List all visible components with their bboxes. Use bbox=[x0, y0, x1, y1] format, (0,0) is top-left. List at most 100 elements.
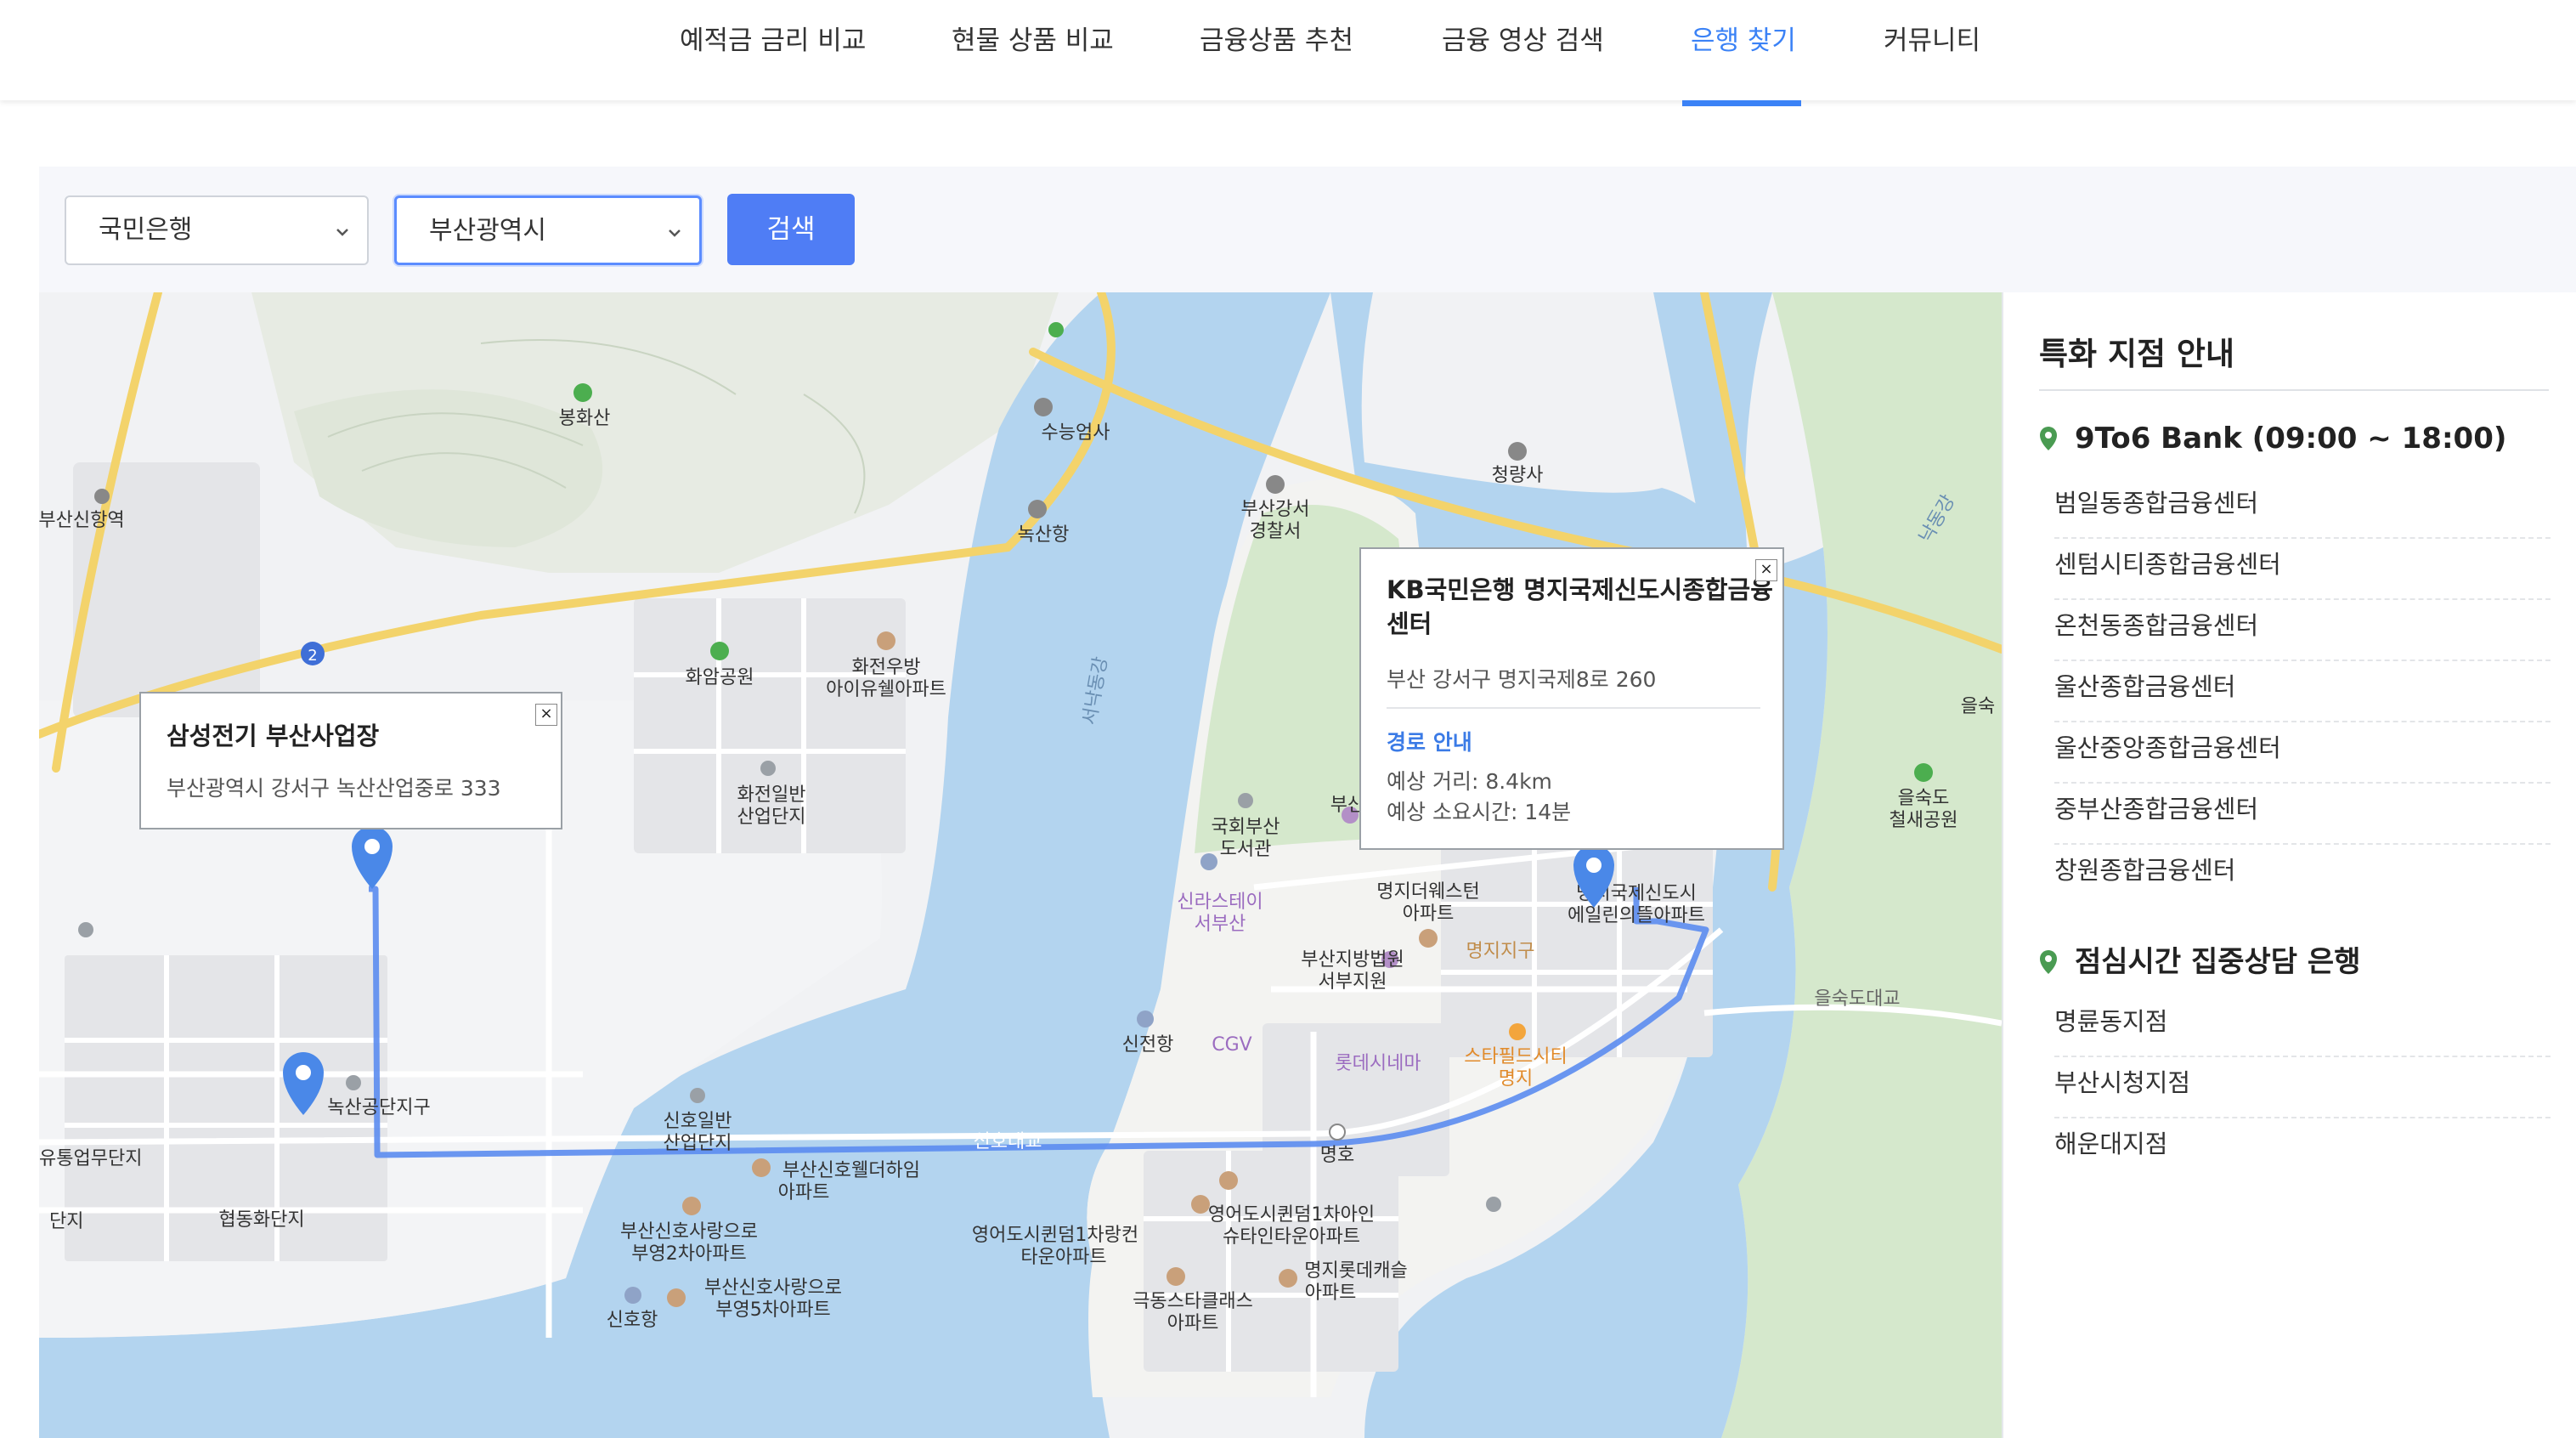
map-label: 스타필드시티 bbox=[1464, 1046, 1567, 1067]
chevron-down-icon bbox=[669, 229, 681, 237]
map-label: 부영5차아파트 bbox=[715, 1299, 830, 1321]
map-label: 을숙도대교 bbox=[1814, 988, 1900, 1010]
origin-info-popup: 삼성전기 부산사업장 부산광역시 강서구 녹산산업중로 333 × bbox=[139, 692, 562, 829]
map-label: 명지더웨스턴 bbox=[1376, 881, 1479, 903]
region-select-value: 부산광역시 bbox=[429, 216, 546, 246]
branch-item[interactable]: 창원종합금융센터 bbox=[2054, 846, 2551, 906]
nav-video-search[interactable]: 금융 영상 검색 bbox=[1442, 19, 1604, 57]
section-9to6-label: 9To6 Bank (09:00 ~ 18:00) bbox=[2075, 422, 2507, 456]
map-label: 유통업무단지 bbox=[39, 1148, 142, 1169]
map-label: 명지 bbox=[1499, 1068, 1533, 1090]
map-label: 부산신호웰더하임 bbox=[782, 1160, 920, 1181]
map-label: 롯데시네마 bbox=[1335, 1053, 1421, 1074]
sidebar-title: 특화 지점 안내 bbox=[2039, 336, 2235, 372]
destination-address: 부산 강서구 명지국제8로 260 bbox=[1387, 667, 1657, 692]
map-label: 부산신호사랑으로 bbox=[620, 1221, 758, 1243]
nav-product-recommend[interactable]: 금융상품 추천 bbox=[1200, 19, 1353, 57]
map-label: 산업단지 bbox=[737, 807, 806, 828]
map-label: 영어도시퀸덤1차랑컨 bbox=[972, 1225, 1138, 1246]
map-label: 극동스타클래스 bbox=[1133, 1291, 1253, 1312]
map-label: 신호대교 bbox=[974, 1131, 1042, 1152]
branch-item[interactable]: 범일동종합금융센터 bbox=[2054, 479, 2551, 539]
section-9to6-heading: 9To6 Bank (09:00 ~ 18:00) bbox=[2039, 422, 2506, 456]
route-distance: 예상 거리: 8.4km bbox=[1387, 769, 1552, 794]
bank-select-value: 국민은행 bbox=[99, 215, 193, 245]
popup-divider bbox=[1387, 707, 1760, 709]
map-label: 녹산공단지구 bbox=[327, 1097, 430, 1118]
map-label: 신호일반 bbox=[664, 1111, 732, 1132]
branch-item[interactable]: 명륜동지점 bbox=[2054, 998, 2551, 1057]
map-canvas: 봉화산 부산신항역 수능엄사 녹산항 부산강서 경찰서 청량사 화암공원 화전우… bbox=[39, 292, 2002, 1438]
nav-find-bank[interactable]: 은행 찾기 bbox=[1691, 19, 1796, 57]
close-icon[interactable]: × bbox=[535, 704, 557, 726]
region-select[interactable]: 부산광역시 bbox=[394, 195, 702, 265]
branch-item[interactable]: 울산종합금융센터 bbox=[2054, 663, 2551, 722]
origin-address: 부산광역시 강서구 녹산산업중로 333 bbox=[167, 776, 501, 801]
map-label: 신전항 bbox=[1122, 1034, 1174, 1056]
map-label: 슈타인타운아파트 bbox=[1223, 1226, 1360, 1248]
nav-commodity-compare[interactable]: 현물 상품 비교 bbox=[952, 19, 1114, 57]
branch-item[interactable]: 해운대지점 bbox=[2054, 1120, 2551, 1180]
map-label: 신호항 bbox=[607, 1310, 658, 1331]
map-label: 수능엄사 bbox=[1042, 422, 1110, 444]
map-label: 을숙도 bbox=[1898, 788, 1950, 809]
top-navigation: 예적금 금리 비교 현물 상품 비교 금융상품 추천 금융 영상 검색 은행 찾… bbox=[0, 0, 2576, 106]
map-label: 부산지방법원 bbox=[1301, 949, 1404, 971]
search-button[interactable]: 검색 bbox=[727, 194, 855, 265]
map-label: 화전우방 bbox=[852, 657, 921, 678]
map-label: 산업단지 bbox=[664, 1133, 732, 1154]
map-label: CGV bbox=[1212, 1034, 1251, 1056]
map-label: 아파트 bbox=[1167, 1313, 1219, 1334]
section-lunch-label: 점심시간 집중상담 은행 bbox=[2075, 945, 2361, 979]
branch-item[interactable]: 센텀시티종합금융센터 bbox=[2054, 541, 2551, 600]
map-label: 부영2차아파트 bbox=[631, 1243, 746, 1265]
map-label: 을숙 bbox=[1961, 696, 1995, 717]
map-view[interactable]: 봉화산 부산신항역 수능엄사 녹산항 부산강서 경찰서 청량사 화암공원 화전우… bbox=[39, 292, 2002, 1438]
map-label: 아파트 bbox=[1305, 1282, 1357, 1304]
map-label: 부산강서 bbox=[1241, 499, 1310, 520]
map-label: 국회부산 bbox=[1212, 817, 1280, 838]
map-label: 에일린의뜰아파트 bbox=[1568, 905, 1705, 926]
map-label: 타운아파트 bbox=[1020, 1247, 1106, 1268]
nav-deposit-rate-compare[interactable]: 예적금 금리 비교 bbox=[680, 19, 866, 57]
map-label: 화전일반 bbox=[737, 784, 806, 806]
route-duration: 예상 소요시간: 14분 bbox=[1387, 800, 1572, 824]
map-label: 단지 bbox=[49, 1211, 83, 1232]
map-label: 서부산 bbox=[1195, 914, 1246, 935]
map-label: 명지롯데캐슬 bbox=[1304, 1260, 1407, 1282]
route-guide-link[interactable]: 경로 안내 bbox=[1387, 726, 1472, 756]
active-tab-indicator bbox=[1682, 100, 1801, 106]
specialized-branch-sidebar: 특화 지점 안내 9To6 Bank (09:00 ~ 18:00) 범일동종합… bbox=[2002, 292, 2576, 1438]
map-label: 철새공원 bbox=[1890, 810, 1958, 831]
bank-select[interactable]: 국민은행 bbox=[65, 195, 369, 265]
map-label: 부산신호사랑으로 bbox=[704, 1277, 842, 1299]
branch-item[interactable]: 온천동종합금융센터 bbox=[2054, 602, 2551, 661]
map-label: 아파트 bbox=[778, 1182, 830, 1203]
map-label: 청량사 bbox=[1492, 465, 1544, 486]
destination-title-line2: 센터 bbox=[1387, 609, 1432, 638]
location-pin-icon bbox=[2040, 950, 2057, 974]
map-label: 영어도시퀸덤1차아인 bbox=[1208, 1204, 1375, 1226]
map-label: 녹산항 bbox=[1018, 524, 1070, 546]
map-label: 봉화산 bbox=[559, 408, 611, 429]
map-label: 아이유쉘아파트 bbox=[826, 679, 946, 700]
map-label: 화암공원 bbox=[686, 667, 754, 688]
branch-item[interactable]: 울산중앙종합금융센터 bbox=[2054, 724, 2551, 784]
map-label: 아파트 bbox=[1403, 903, 1455, 925]
destination-info-popup: KB국민은행 명지국제신도시종합금융 센터 부산 강서구 명지국제8로 260 … bbox=[1359, 547, 1784, 850]
map-label: 협동화단지 bbox=[218, 1209, 304, 1231]
section-lunch-heading: 점심시간 집중상담 은행 bbox=[2039, 938, 2360, 980]
destination-title-line1: KB국민은행 명지국제신도시종합금융 bbox=[1387, 575, 1773, 604]
map-label: 2 bbox=[308, 647, 317, 665]
map-label: 명지지구 bbox=[1466, 941, 1535, 962]
origin-title: 삼성전기 부산사업장 bbox=[167, 722, 380, 750]
map-label: 경찰서 bbox=[1250, 521, 1302, 542]
nav-community[interactable]: 커뮤니티 bbox=[1884, 19, 1980, 57]
map-label: 명호 bbox=[1320, 1145, 1354, 1166]
branch-item[interactable]: 중부산종합금융센터 bbox=[2054, 785, 2551, 845]
map-label: 서부지원 bbox=[1319, 971, 1387, 993]
map-label: 부산신항역 bbox=[39, 510, 125, 531]
branch-item[interactable]: 부산시청지점 bbox=[2054, 1059, 2551, 1118]
close-icon[interactable]: × bbox=[1755, 559, 1777, 581]
sidebar-divider bbox=[2039, 389, 2549, 391]
